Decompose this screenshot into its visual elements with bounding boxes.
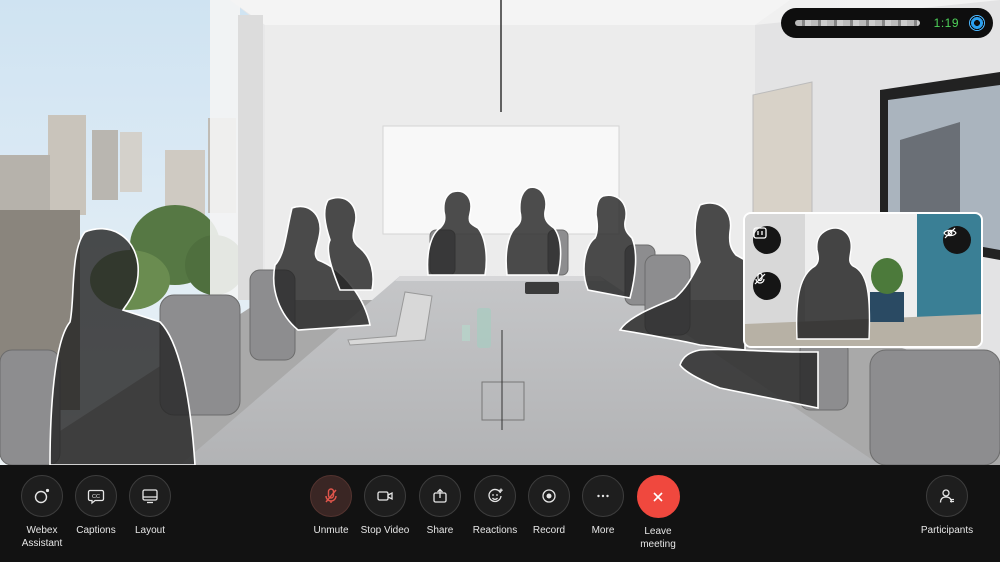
stop-video-circle[interactable] bbox=[364, 475, 406, 517]
reactions-circle[interactable] bbox=[474, 475, 516, 517]
more-icon bbox=[597, 494, 609, 498]
meeting-name-redacted bbox=[795, 20, 920, 26]
webex-status-icon bbox=[969, 15, 985, 31]
layout-label: Layout bbox=[134, 525, 166, 536]
meeting-toolbar: Webex Assistant CC Captions Layout Unmut… bbox=[0, 465, 1000, 562]
captions-icon: CC bbox=[87, 489, 105, 505]
unmute-circle[interactable] bbox=[310, 475, 352, 517]
share-circle[interactable] bbox=[419, 475, 461, 517]
self-view-layout-button[interactable] bbox=[753, 226, 781, 254]
mic-off-icon bbox=[754, 272, 766, 285]
layout-circle[interactable] bbox=[129, 475, 171, 517]
reactions-label: Reactions bbox=[472, 525, 518, 536]
eye-off-icon bbox=[943, 227, 957, 239]
close-icon bbox=[653, 491, 663, 502]
layout-switch-icon bbox=[753, 227, 767, 239]
leave-meeting-label: Leave meeting bbox=[640, 526, 676, 550]
record-icon bbox=[542, 489, 556, 503]
camera-icon bbox=[377, 491, 393, 501]
leave-meeting-circle[interactable] bbox=[636, 475, 680, 518]
self-view-hide-button[interactable] bbox=[943, 226, 971, 254]
svg-text:CC: CC bbox=[92, 494, 100, 500]
participants-icon bbox=[939, 489, 954, 503]
record-circle[interactable] bbox=[528, 475, 570, 517]
self-view-mute-button[interactable] bbox=[753, 272, 781, 300]
meeting-status-pill[interactable]: 1:19 bbox=[781, 8, 993, 38]
layout-icon bbox=[142, 489, 158, 504]
room-video-feed: 1:19 bbox=[0, 0, 1000, 465]
mic-off-icon bbox=[325, 488, 337, 503]
participants-button[interactable]: Participants bbox=[912, 475, 982, 537]
participants-circle[interactable] bbox=[926, 475, 968, 517]
stop-video-label: Stop Video bbox=[360, 525, 410, 536]
record-label: Record bbox=[532, 525, 566, 536]
more-circle[interactable] bbox=[582, 475, 624, 517]
more-label: More bbox=[591, 525, 615, 536]
assistant-icon bbox=[34, 488, 50, 504]
captions-label: Captions bbox=[76, 525, 116, 536]
captions-circle[interactable]: CC bbox=[75, 475, 117, 517]
reactions-icon bbox=[488, 488, 503, 503]
meeting-timer: 1:19 bbox=[933, 16, 959, 30]
self-view-window[interactable] bbox=[743, 212, 983, 348]
webex-assistant-label: Webex Assistant bbox=[21, 525, 63, 549]
unmute-label: Unmute bbox=[313, 525, 349, 536]
share-label: Share bbox=[426, 525, 454, 536]
webex-assistant-circle[interactable] bbox=[21, 475, 63, 517]
share-icon bbox=[433, 488, 447, 503]
leave-meeting-button[interactable]: Leave meeting bbox=[623, 475, 693, 551]
layout-button[interactable]: Layout bbox=[115, 475, 185, 537]
participants-label: Participants bbox=[920, 525, 974, 536]
